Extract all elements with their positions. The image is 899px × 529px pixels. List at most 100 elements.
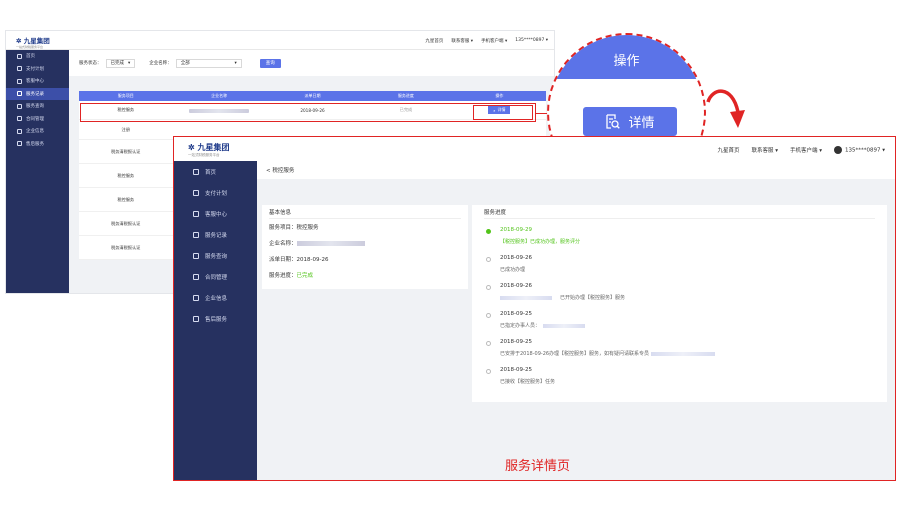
column-header: 操作: [495, 93, 504, 98]
search-document-icon: [606, 113, 621, 129]
home-icon: [17, 53, 22, 59]
timeline-desc: 【税控服务】已成功办理，服务评分: [500, 238, 875, 245]
sidebar-item-records[interactable]: 服务记录: [174, 224, 257, 245]
status-filter-label: 服务状态：: [79, 61, 102, 66]
cell-service-item: 税务清税报认证: [111, 244, 141, 250]
timeline-desc-text: 已指定办事人员：: [500, 323, 541, 329]
timeline-item: 2018-09-25 已接收【税控服务】任务: [486, 365, 875, 393]
timeline-desc: 已成功办理: [500, 267, 526, 273]
user-menu[interactable]: 135****0897 ▾: [515, 38, 548, 44]
sidebar-item-home[interactable]: 首页: [174, 161, 257, 182]
sidebar-item-label: 服务记录: [26, 91, 44, 97]
zoom-detail-button[interactable]: 详情: [583, 107, 677, 136]
timeline-date: 2018-09-25: [500, 367, 532, 373]
inbox-icon: [17, 103, 22, 109]
contact-menu[interactable]: 联系客服 ▾: [451, 38, 473, 44]
sidebar-item-company[interactable]: 企业信息: [6, 125, 69, 138]
progress-label: 服务进度：: [269, 273, 297, 279]
home-link[interactable]: 九星首页: [425, 38, 443, 44]
logo-subtitle: 一站式财税服务平台: [188, 153, 220, 157]
sidebar-item-records[interactable]: 服务记录: [6, 87, 69, 100]
zoom-column-header: 操作: [549, 35, 704, 79]
sidebar-item-query[interactable]: 服务查询: [6, 100, 69, 113]
timeline-date: 2018-09-26: [500, 283, 532, 289]
sidebar-item-query[interactable]: 服务查询: [174, 245, 257, 266]
header-links: 九星首页 联系客服 ▾ 手机客户端 ▾ 135****0897 ▾: [717, 146, 885, 154]
header-links: 九星首页 联系客服 ▾ 手机客户端 ▾ 135****0897 ▾: [425, 38, 548, 44]
redacted-text: [296, 240, 365, 246]
timeline-item: 2018-09-26 已开始办理【税控服务】服务: [486, 281, 875, 309]
timeline-dot: [486, 257, 491, 262]
sidebar-item-label: 合同管理: [26, 116, 44, 122]
logo-text: 九星集团: [23, 37, 50, 45]
logo: ✲ 九星集团 一站式财税服务平台: [16, 37, 50, 49]
timeline-item: 2018-09-29 【税控服务】已成功办理，服务评分: [486, 225, 875, 253]
sidebar-item-support[interactable]: 客服中心: [174, 203, 257, 224]
redacted-text: [543, 323, 586, 328]
back-link[interactable]: < 税控服务: [266, 166, 294, 174]
mobile-menu[interactable]: 手机客户端 ▾: [481, 38, 507, 44]
sidebar-item-company[interactable]: 企业信息: [174, 287, 257, 308]
cell-service-item: 税控服务: [117, 172, 135, 178]
edit-icon: [17, 91, 22, 97]
top-header: ✲ 九星集团 一站式财税服务平台 九星首页 联系客服 ▾ 手机客户端 ▾ 135…: [174, 137, 895, 161]
sidebar-item-aftersales[interactable]: 售后服务: [6, 138, 69, 151]
home-link[interactable]: 九星首页: [717, 146, 739, 154]
sidebar: 首页 支付计划 客服中心 服务记录 服务查询 合同管理 企业信息 售后服务: [6, 50, 69, 293]
sidebar-item-label: 服务查询: [205, 253, 228, 260]
timeline-date: 2018-09-29: [500, 227, 532, 233]
user-menu[interactable]: 135****0897 ▾: [833, 146, 885, 154]
company-select[interactable]: 全部 ▾: [175, 58, 242, 68]
progress-field: 服务进度： 已完成: [269, 267, 461, 283]
company-field: 企业名称：: [269, 235, 461, 251]
edit-icon: [193, 231, 199, 238]
sidebar-item-label: 支付计划: [205, 190, 228, 197]
status-select[interactable]: 已完成 ▾: [105, 58, 136, 68]
contact-menu[interactable]: 联系客服 ▾: [751, 146, 778, 154]
sidebar-item-support[interactable]: 客服中心: [6, 75, 69, 88]
sidebar-item-label: 企业信息: [205, 295, 228, 302]
sidebar-item-aftersales[interactable]: 售后服务: [174, 308, 257, 329]
sidebar-item-home[interactable]: 首页: [6, 50, 69, 63]
sidebar-item-contract[interactable]: 合同管理: [174, 266, 257, 287]
sidebar-item-label: 首页: [26, 54, 35, 60]
column-header: 企业名称: [211, 93, 228, 98]
timeline-date: 2018-09-26: [500, 255, 532, 261]
timeline-dot: [486, 369, 491, 374]
column-header: 服务项目: [117, 93, 134, 98]
timeline-item: 2018-09-25 已安排于2018-09-26办理【税控服务】服务，如有疑问…: [486, 337, 875, 365]
status-select-value: 已完成: [110, 61, 125, 66]
table-header: 服务项目 企业名称 派单日期 服务进度 操作: [79, 91, 546, 101]
company-select-value: 全部: [180, 61, 190, 66]
redacted-text: [500, 295, 552, 300]
bell-icon: [193, 315, 199, 322]
inbox-icon: [193, 252, 199, 259]
service-item-field: 服务项目：税控服务: [269, 225, 319, 231]
filter-bar: 服务状态： 已完成 ▾ 企业名称： 全部 ▾ 查询: [69, 50, 554, 76]
sidebar-item-contract[interactable]: 合同管理: [6, 113, 69, 126]
chevron-down-icon: ▾: [128, 60, 131, 66]
breadcrumb[interactable]: < 税控服务: [257, 161, 895, 179]
timeline-date: 2018-09-25: [500, 339, 532, 345]
redacted-text: [651, 351, 716, 356]
highlight-detail-button-box: [473, 105, 533, 120]
logo-text: 九星集团: [197, 142, 230, 152]
sidebar-item-payment[interactable]: 支付计划: [6, 63, 69, 76]
sidebar-item-payment[interactable]: 支付计划: [174, 182, 257, 203]
layers-icon: [193, 210, 199, 217]
company-filter-label: 企业名称：: [149, 61, 172, 66]
basic-info-panel: 基本信息 服务项目：税控服务 企业名称： 派单日期：2018-09-26 服务进…: [262, 205, 468, 289]
column-header: 服务进度: [397, 93, 414, 98]
mobile-menu[interactable]: 手机客户端 ▾: [790, 146, 822, 154]
logo: ✲ 九星集团 一站式财税服务平台: [188, 142, 230, 157]
document-icon: [17, 116, 22, 122]
timeline-dot: [486, 229, 491, 234]
cell-service-item: 税控服务: [117, 196, 135, 202]
sidebar-item-label: 合同管理: [205, 274, 228, 281]
timeline-item: 2018-09-26 已成功办理: [486, 253, 875, 281]
timeline-item: 2018-09-25 已指定办事人员：: [486, 309, 875, 337]
zoom-detail-button-label: 详情: [628, 116, 655, 131]
layers-icon: [17, 78, 22, 84]
query-button[interactable]: 查询: [259, 58, 281, 68]
timeline-desc: 已开始办理【税控服务】服务: [500, 294, 875, 301]
